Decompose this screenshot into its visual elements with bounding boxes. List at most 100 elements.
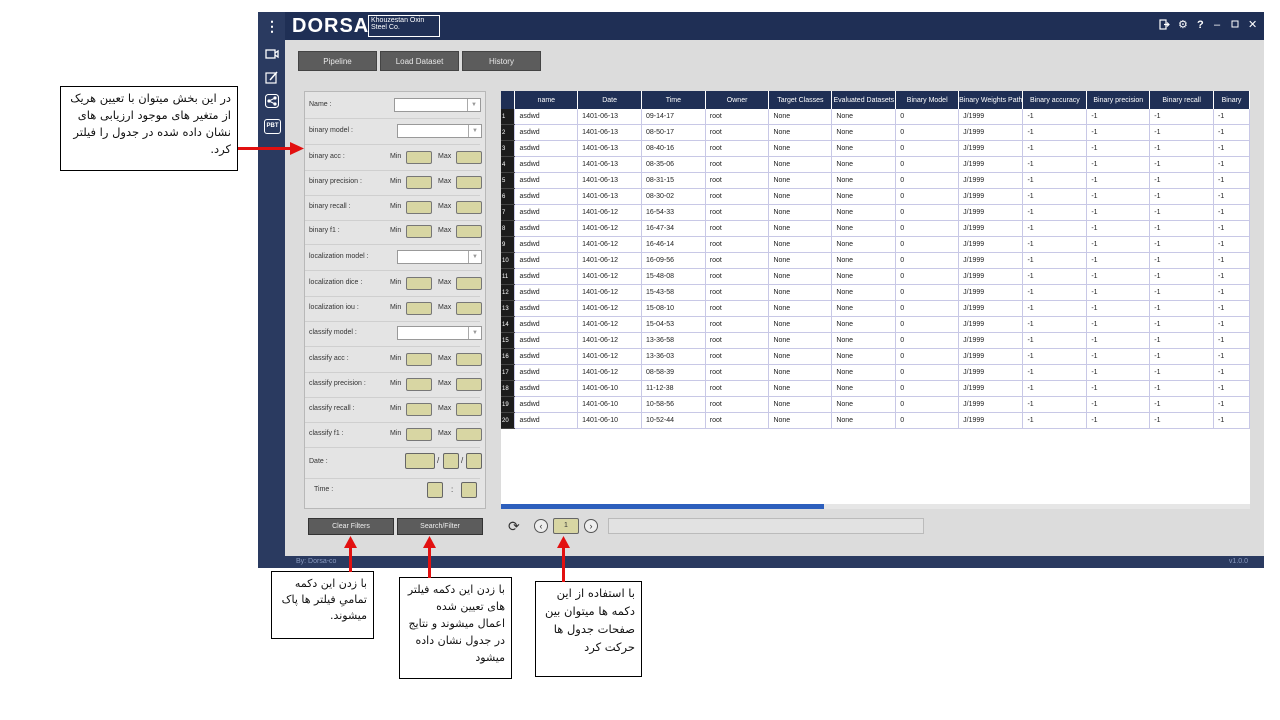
table-header-cell[interactable]: Binary	[1213, 91, 1250, 109]
table-row[interactable]: 5 asdwd 1401-06-13 08-31-15 root None None 0 J/1…	[501, 172, 1250, 189]
search-filter-button[interactable]: Search/Filter	[397, 518, 483, 535]
table-cell: J/1999	[958, 188, 1024, 205]
binary-f1-max-input[interactable]	[456, 225, 482, 238]
filter-binary-model-select[interactable]: ▼	[397, 124, 482, 138]
classify-recall-min-input[interactable]	[406, 403, 432, 416]
table-cell: 08-50-17	[641, 124, 706, 141]
classify-precision-min-input[interactable]	[406, 378, 432, 391]
table-cell: -1	[1086, 396, 1151, 413]
table-row[interactable]: 17 asdwd 1401-06-12 08-58-39 root None None 0 J/…	[501, 364, 1250, 381]
table-row[interactable]: 12 asdwd 1401-06-12 15-43-58 root None None 0 J/…	[501, 284, 1250, 301]
page-number[interactable]: 1	[553, 518, 579, 534]
pbt-icon[interactable]: PBT	[264, 119, 281, 134]
localization-iou-max-input[interactable]	[456, 302, 482, 315]
table-row[interactable]: 9 asdwd 1401-06-12 16-46-14 root None None 0 J/1…	[501, 236, 1250, 253]
binary-f1-min-input[interactable]	[406, 225, 432, 238]
table-cell: -1	[1022, 364, 1088, 381]
table-cell: 1401-06-12	[577, 284, 642, 301]
table-header-cell[interactable]: Binary accuracy	[1022, 91, 1088, 109]
prev-page-button[interactable]: ‹	[534, 519, 548, 533]
table-cell: -1	[1022, 188, 1088, 205]
tab-history[interactable]: History	[462, 51, 541, 71]
table-row[interactable]: 13 asdwd 1401-06-12 15-08-10 root None None 0 J/…	[501, 300, 1250, 317]
maximize-icon[interactable]	[1231, 19, 1239, 31]
classify-acc-min-input[interactable]	[406, 353, 432, 366]
table-cell: 1401-06-12	[577, 252, 642, 269]
row-index-cell: 12	[501, 284, 516, 301]
table-row[interactable]: 15 asdwd 1401-06-12 13-36-58 root None None 0 J/…	[501, 332, 1250, 349]
date-month-input[interactable]	[443, 453, 459, 469]
table-header-cell[interactable]: Binary Model	[895, 91, 960, 109]
table-cell: -1	[1022, 140, 1088, 157]
classify-precision-max-input[interactable]	[456, 378, 482, 391]
table-cell: asdwd	[514, 380, 579, 397]
filter-localization-model-select[interactable]: ▼	[397, 250, 482, 264]
classify-acc-max-input[interactable]	[456, 353, 482, 366]
table-header-cell[interactable]: Binary precision	[1086, 91, 1151, 109]
min-label: Min	[390, 153, 402, 160]
next-page-button[interactable]: ›	[584, 519, 598, 533]
binary-acc-max-input[interactable]	[456, 151, 482, 164]
row-index-cell: 8	[501, 220, 516, 237]
table-header-cell[interactable]: Date	[577, 91, 642, 109]
time-hour-input[interactable]	[427, 482, 443, 498]
table-row[interactable]: 7 asdwd 1401-06-12 16-54-33 root None None 0 J/1…	[501, 204, 1250, 221]
classify-f1-min-input[interactable]	[406, 428, 432, 441]
clear-filters-button[interactable]: Clear Filters	[308, 518, 394, 535]
table-header-cell[interactable]: name	[514, 91, 579, 109]
table-row[interactable]: 11 asdwd 1401-06-12 15-48-08 root None None 0 J/…	[501, 268, 1250, 285]
date-year-input[interactable]	[405, 453, 435, 469]
help-icon[interactable]: ?	[1197, 19, 1204, 31]
date-day-input[interactable]	[466, 453, 482, 469]
table-header-cell[interactable]: Target Classes	[768, 91, 833, 109]
menu-dots-icon[interactable]: ⋮	[265, 19, 279, 33]
filter-classify-model-select[interactable]: ▼	[397, 326, 482, 340]
tab-pipeline[interactable]: Pipeline	[298, 51, 377, 71]
binary-precision-min-input[interactable]	[406, 176, 432, 189]
table-cell: None	[831, 140, 897, 157]
edit-icon[interactable]	[265, 71, 279, 84]
table-header-cell[interactable]: Binary recall	[1149, 91, 1215, 109]
binary-acc-min-input[interactable]	[406, 151, 432, 164]
logo-main-text: DORSA	[292, 15, 370, 37]
table-row[interactable]: 1 asdwd 1401-06-13 09-14-17 root None None 0 J/1…	[501, 109, 1250, 125]
share-icon[interactable]	[264, 93, 280, 109]
localization-dice-min-input[interactable]	[406, 277, 432, 290]
table-row[interactable]: 3 asdwd 1401-06-13 08-40-16 root None None 0 J/1…	[501, 140, 1250, 157]
minimize-icon[interactable]: –	[1214, 19, 1220, 31]
localization-dice-max-input[interactable]	[456, 277, 482, 290]
table-row[interactable]: 18 asdwd 1401-06-10 11-12-38 root None None 0 J/…	[501, 380, 1250, 397]
table-row[interactable]: 2 asdwd 1401-06-13 08-50-17 root None None 0 J/1…	[501, 124, 1250, 141]
table-header-cell[interactable]: Time	[641, 91, 706, 109]
gear-icon[interactable]: ⚙	[1178, 19, 1188, 31]
filter-binary-recall-row: binary recall : Min Max	[305, 196, 482, 221]
camera-icon[interactable]	[265, 48, 279, 61]
binary-recall-max-input[interactable]	[456, 201, 482, 214]
tab-load-dataset[interactable]: Load Dataset	[380, 51, 459, 71]
close-icon[interactable]: ✕	[1248, 19, 1257, 31]
refresh-icon[interactable]: ⟳	[508, 519, 520, 533]
classify-f1-max-input[interactable]	[456, 428, 482, 441]
binary-precision-max-input[interactable]	[456, 176, 482, 189]
table-row[interactable]: 10 asdwd 1401-06-12 16-09-56 root None None 0 J/…	[501, 252, 1250, 269]
table-row[interactable]: 16 asdwd 1401-06-12 13-36-03 root None None 0 J/…	[501, 348, 1250, 365]
filter-binary-precision-row: binary precision : Min Max	[305, 171, 482, 196]
localization-iou-min-input[interactable]	[406, 302, 432, 315]
table-row[interactable]: 14 asdwd 1401-06-12 15-04-53 root None None 0 J/…	[501, 316, 1250, 333]
binary-recall-min-input[interactable]	[406, 201, 432, 214]
logout-icon[interactable]	[1159, 19, 1170, 33]
table-cell: 1401-06-10	[577, 412, 642, 429]
table-row[interactable]: 19 asdwd 1401-06-10 10-58-56 root None None 0 J/…	[501, 396, 1250, 413]
table-header-cell[interactable]: Binary Weights Path	[958, 91, 1024, 109]
horizontal-scrollbar-thumb[interactable]	[501, 504, 824, 509]
filter-name-select[interactable]: ▼	[394, 98, 481, 112]
table-row[interactable]: 6 asdwd 1401-06-13 08-30-02 root None None 0 J/1…	[501, 188, 1250, 205]
table-row[interactable]: 20 asdwd 1401-06-10 10-52-44 root None None 0 J/…	[501, 412, 1250, 429]
table-cell: None	[768, 220, 833, 237]
table-row[interactable]: 8 asdwd 1401-06-12 16-47-34 root None None 0 J/1…	[501, 220, 1250, 237]
classify-recall-max-input[interactable]	[456, 403, 482, 416]
table-header-cell[interactable]: Owner	[705, 91, 770, 109]
table-header-cell[interactable]: Evaluated Datasets	[831, 91, 897, 109]
time-minute-input[interactable]	[461, 482, 477, 498]
table-row[interactable]: 4 asdwd 1401-06-13 08-35-06 root None None 0 J/1…	[501, 156, 1250, 173]
